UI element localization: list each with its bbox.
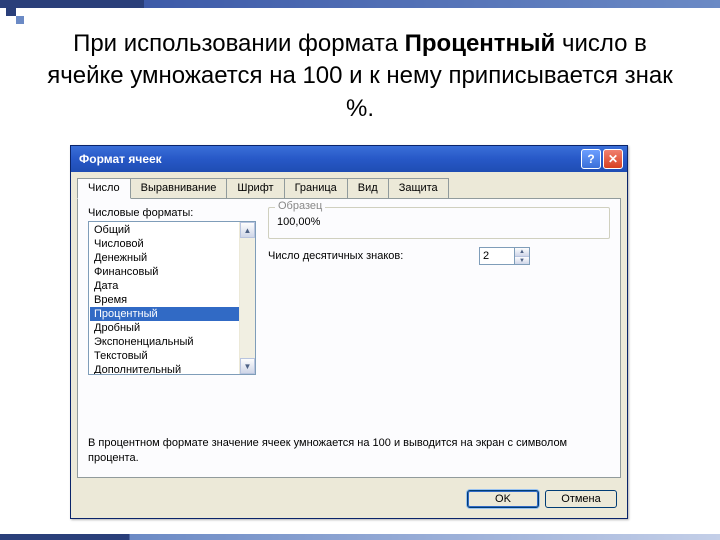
slide-bottom-border bbox=[0, 534, 720, 540]
tab-alignment[interactable]: Выравнивание bbox=[130, 178, 228, 198]
decimal-input[interactable] bbox=[479, 247, 515, 265]
formats-listbox[interactable]: ОбщийЧисловойДенежныйФинансовыйДатаВремя… bbox=[88, 221, 256, 375]
decimal-label: Число десятичных знаков: bbox=[268, 250, 403, 262]
scroll-down-icon[interactable]: ▼ bbox=[240, 358, 255, 374]
dialog-buttons: OK Отмена bbox=[71, 484, 627, 518]
format-description: В процентном формате значение ячеек умно… bbox=[88, 436, 610, 465]
list-item[interactable]: Денежный bbox=[90, 251, 254, 265]
format-cells-dialog: Формат ячеек ? ✕ Число Выравнивание Шриф… bbox=[70, 145, 628, 519]
list-item[interactable]: Дата bbox=[90, 279, 254, 293]
list-item[interactable]: Общий bbox=[90, 223, 254, 237]
formats-column: Числовые форматы: ОбщийЧисловойДенежныйФ… bbox=[88, 207, 256, 375]
tab-font[interactable]: Шрифт bbox=[226, 178, 284, 198]
sample-value: 100,00% bbox=[277, 214, 601, 230]
tab-protection[interactable]: Защита bbox=[388, 178, 449, 198]
slide-top-border bbox=[0, 0, 720, 8]
help-button[interactable]: ? bbox=[581, 149, 601, 169]
titlebar[interactable]: Формат ячеек ? ✕ bbox=[71, 146, 627, 172]
sample-group: Образец 100,00% bbox=[268, 207, 610, 239]
list-item[interactable]: Дробный bbox=[90, 321, 254, 335]
decimal-row: Число десятичных знаков: ▲ ▼ bbox=[268, 247, 610, 265]
tab-content: Числовые форматы: ОбщийЧисловойДенежныйФ… bbox=[77, 198, 621, 478]
scroll-up-icon[interactable]: ▲ bbox=[240, 222, 255, 238]
tab-view[interactable]: Вид bbox=[347, 178, 389, 198]
slide-corner-decoration bbox=[0, 0, 28, 28]
tabs-row: Число Выравнивание Шрифт Граница Вид Защ… bbox=[71, 172, 627, 198]
list-item[interactable]: Процентный bbox=[90, 307, 254, 321]
tab-border[interactable]: Граница bbox=[284, 178, 348, 198]
title-prefix: При использовании формата bbox=[73, 30, 405, 57]
title-bold: Процентный bbox=[405, 30, 556, 57]
list-item[interactable]: Дополнительный bbox=[90, 363, 254, 375]
tab-number[interactable]: Число bbox=[77, 178, 131, 199]
formats-label: Числовые форматы: bbox=[88, 207, 256, 219]
decimal-spinner: ▲ ▼ bbox=[479, 247, 530, 265]
slide-title: При использовании формата Процентный чис… bbox=[40, 28, 680, 125]
cancel-button[interactable]: Отмена bbox=[545, 490, 617, 508]
close-button[interactable]: ✕ bbox=[603, 149, 623, 169]
list-item[interactable]: Текстовый bbox=[90, 349, 254, 363]
sample-label: Образец bbox=[275, 200, 325, 212]
dialog-title: Формат ячеек bbox=[79, 152, 579, 166]
spin-down-icon[interactable]: ▼ bbox=[515, 256, 529, 264]
spin-up-icon[interactable]: ▲ bbox=[515, 248, 529, 256]
list-item[interactable]: Числовой bbox=[90, 237, 254, 251]
right-column: Образец 100,00% Число десятичных знаков:… bbox=[268, 207, 610, 265]
listbox-scrollbar[interactable]: ▲ ▼ bbox=[239, 222, 255, 374]
list-item[interactable]: Время bbox=[90, 293, 254, 307]
list-item[interactable]: Экспоненциальный bbox=[90, 335, 254, 349]
ok-button[interactable]: OK bbox=[467, 490, 539, 508]
list-item[interactable]: Финансовый bbox=[90, 265, 254, 279]
